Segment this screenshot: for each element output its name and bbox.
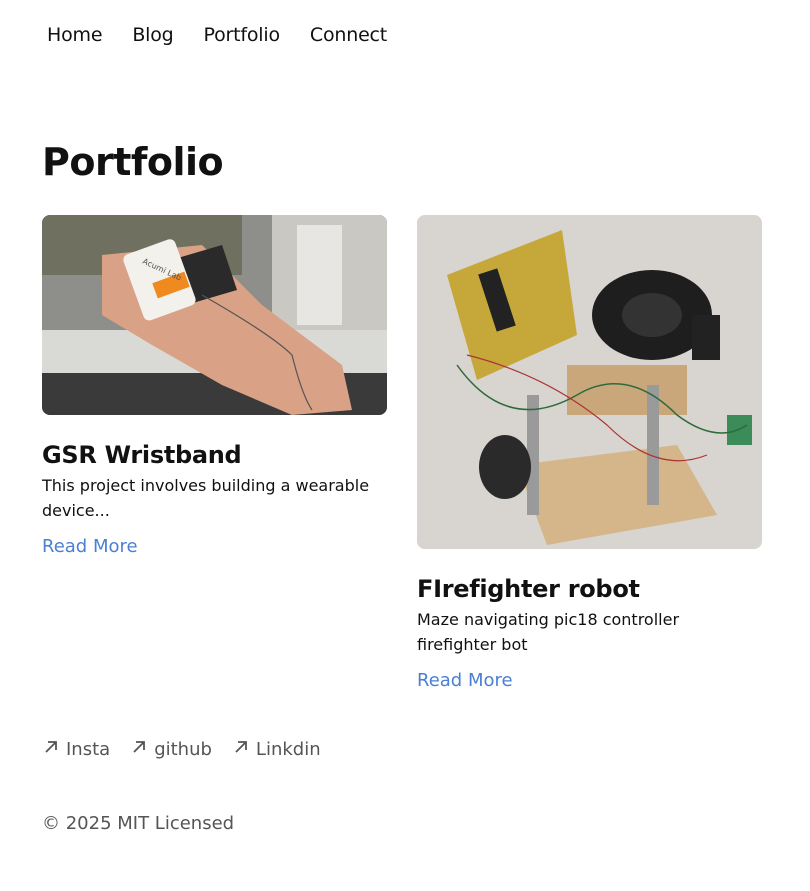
social-label: Insta	[66, 739, 111, 760]
read-more-link[interactable]: Read More	[42, 536, 138, 557]
nav-connect[interactable]: Connect	[310, 24, 387, 46]
project-description: Maze navigating pic18 controller firefig…	[417, 610, 680, 654]
wristband-photo: Acumi Lab	[42, 215, 387, 415]
social-label: github	[154, 739, 212, 760]
social-label: Linkdin	[255, 739, 321, 760]
social-links: Insta github Linkdin	[42, 738, 341, 761]
social-link-github[interactable]: github	[130, 738, 212, 761]
top-nav: Home Blog Portfolio Connect	[47, 24, 417, 46]
arrow-up-right-icon	[130, 738, 148, 761]
nav-portfolio[interactable]: Portfolio	[204, 24, 281, 46]
robot-photo	[417, 215, 762, 549]
project-card-gsr: Acumi Lab GSR Wristband This project inv…	[42, 215, 387, 557]
social-link-insta[interactable]: Insta	[42, 738, 110, 761]
arrow-up-right-icon	[232, 738, 250, 761]
project-card-firefighter: FIrefighter robot Maze navigating pic18 …	[417, 215, 762, 691]
nav-home[interactable]: Home	[47, 24, 103, 46]
social-link-linkedin[interactable]: Linkdin	[232, 738, 321, 761]
project-title: FIrefighter robot	[417, 575, 640, 603]
nav-blog[interactable]: Blog	[132, 24, 173, 46]
footer-copyright: © 2025 MIT Licensed	[42, 813, 235, 834]
project-image-firefighter[interactable]	[417, 215, 762, 549]
project-image-gsr[interactable]: Acumi Lab	[42, 215, 387, 415]
project-title: GSR Wristband	[42, 441, 242, 469]
project-description: This project involves building a wearabl…	[42, 476, 370, 520]
read-more-link[interactable]: Read More	[417, 670, 513, 691]
page-title: Portfolio	[42, 140, 224, 184]
arrow-up-right-icon	[42, 738, 60, 761]
